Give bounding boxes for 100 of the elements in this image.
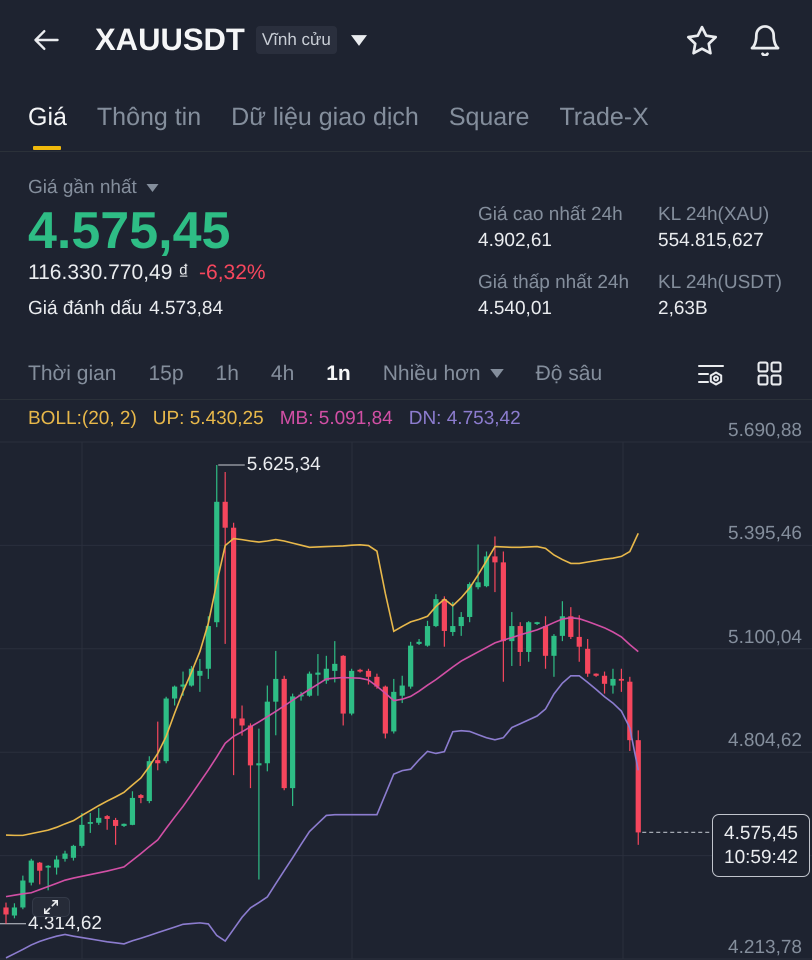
expand-icon xyxy=(44,900,58,914)
grid-view-icon[interactable] xyxy=(757,361,782,386)
bullish-candle xyxy=(391,678,396,734)
stat-label: KL 24h(XAU) xyxy=(658,203,770,227)
bearish-candle xyxy=(594,673,599,677)
bearish-candle xyxy=(568,607,574,640)
stat-label: KL 24h(USDT) xyxy=(658,271,783,295)
bullish-candle xyxy=(400,676,405,704)
price-type-dropdown[interactable]: Giá gần nhất xyxy=(28,176,159,200)
bullish-candle xyxy=(610,668,616,694)
interval-tab[interactable]: 1n xyxy=(326,360,351,386)
bullish-candle xyxy=(484,552,490,588)
bullish-candle xyxy=(62,850,68,862)
low-price-leader xyxy=(0,923,26,924)
contract-type-badge: Vĩnh cửu xyxy=(256,26,337,54)
price-axis-label: 5.100,04 xyxy=(728,626,802,650)
dropdown-caret-icon[interactable] xyxy=(350,34,367,46)
bullish-candle xyxy=(475,544,481,590)
tab[interactable]: Giá xyxy=(28,80,67,151)
fiat-price: 116.330.770,49 ₫ xyxy=(28,260,190,286)
bullish-candle xyxy=(12,903,18,918)
bearish-candle xyxy=(542,616,548,669)
bearish-candle xyxy=(618,668,624,692)
last-price-line xyxy=(642,832,711,833)
tab[interactable]: Square xyxy=(448,80,530,151)
last-price: 4.575,45 xyxy=(28,204,230,258)
bullish-candle xyxy=(509,612,514,666)
bearish-candle xyxy=(239,706,245,736)
bearish-candle xyxy=(585,639,590,677)
expand-button[interactable] xyxy=(32,897,70,917)
high-price-leader xyxy=(218,464,246,466)
bearish-candle xyxy=(155,722,160,770)
stat-value: 2,63B xyxy=(658,297,709,321)
more-intervals-dropdown[interactable]: Nhiều hơn xyxy=(382,360,504,386)
stat-label: Giá cao nhất 24h xyxy=(478,203,624,227)
bearish-candle xyxy=(357,668,363,673)
bearish-candle xyxy=(602,672,608,694)
bullish-candle xyxy=(28,858,34,886)
bullish-candle xyxy=(450,602,456,636)
bullish-candle xyxy=(79,812,84,848)
stat-label: Giá thấp nhất 24h xyxy=(478,271,630,295)
price-axis-label: 4.213,78 xyxy=(728,936,802,960)
bullish-candle xyxy=(560,601,565,642)
star-icon[interactable] xyxy=(686,24,718,56)
bullish-candle xyxy=(20,876,26,910)
bullish-candle xyxy=(551,634,557,677)
bearish-candle xyxy=(366,668,372,685)
bullish-candle xyxy=(534,622,540,626)
stat-value: 4.902,61 xyxy=(478,229,553,253)
bearish-candle xyxy=(104,815,110,830)
countdown-timer: 10:59:42 xyxy=(724,846,798,870)
mark-price-label: Giá đánh dấu xyxy=(28,297,142,321)
bullish-candle xyxy=(70,844,76,861)
tab-underline xyxy=(33,146,62,150)
bullish-candle xyxy=(96,808,102,825)
indicator-name: BOLL:(20, 2) xyxy=(28,407,137,431)
back-arrow-icon[interactable] xyxy=(33,29,60,51)
price-axis-label: 5.690,88 xyxy=(728,419,802,443)
mark-price-value: 4.573,84 xyxy=(149,297,224,321)
bearish-candle xyxy=(37,862,42,884)
interval-tab[interactable]: 4h xyxy=(270,360,294,386)
bearish-candle xyxy=(576,615,582,662)
bearish-candle xyxy=(113,818,118,845)
legend-value: MB: 5.091,84 xyxy=(280,407,393,431)
bullish-candle xyxy=(54,856,60,875)
bullish-candle xyxy=(121,823,127,827)
bullish-candle xyxy=(46,865,51,890)
bullish-candle xyxy=(349,668,354,716)
tab[interactable]: Dữ liệu giao dịch xyxy=(231,80,419,151)
bearish-candle xyxy=(492,536,498,592)
bullish-candle xyxy=(416,639,422,645)
bullish-candle xyxy=(408,642,414,689)
bearish-candle xyxy=(3,902,9,924)
bullish-candle xyxy=(172,686,178,706)
interval-tab[interactable]: Độ sâu xyxy=(536,360,602,386)
bullish-candle xyxy=(433,594,439,628)
bullish-candle xyxy=(188,666,194,687)
interval-tab[interactable]: 15p xyxy=(148,360,184,386)
interval-tab[interactable]: 1h xyxy=(216,360,239,386)
bullish-candle xyxy=(164,696,169,764)
bullish-candle xyxy=(197,658,202,692)
bullish-candle xyxy=(298,692,304,701)
stat-value: 554.815,627 xyxy=(658,229,765,253)
tab[interactable]: Thông tin xyxy=(96,80,202,151)
interval-tab[interactable]: Thời gian xyxy=(28,360,116,386)
bearish-candle xyxy=(138,794,144,804)
bearish-candle xyxy=(340,655,346,726)
bullish-candle xyxy=(88,812,93,833)
stat-value: 4.540,01 xyxy=(478,297,553,321)
low-price-label: 4.314,62 xyxy=(28,914,102,933)
high-price-label: 5.625,34 xyxy=(246,452,321,477)
bullish-candle xyxy=(324,656,329,684)
bearish-candle xyxy=(248,723,254,788)
bearish-candle xyxy=(382,686,388,738)
tab[interactable]: Trade-X xyxy=(559,80,649,151)
bearish-candle xyxy=(374,674,380,689)
price-axis-label: 5.395,46 xyxy=(728,522,802,546)
bullish-candle xyxy=(146,756,152,804)
bell-icon[interactable] xyxy=(750,24,780,56)
price-change: -6,32% xyxy=(199,260,266,286)
